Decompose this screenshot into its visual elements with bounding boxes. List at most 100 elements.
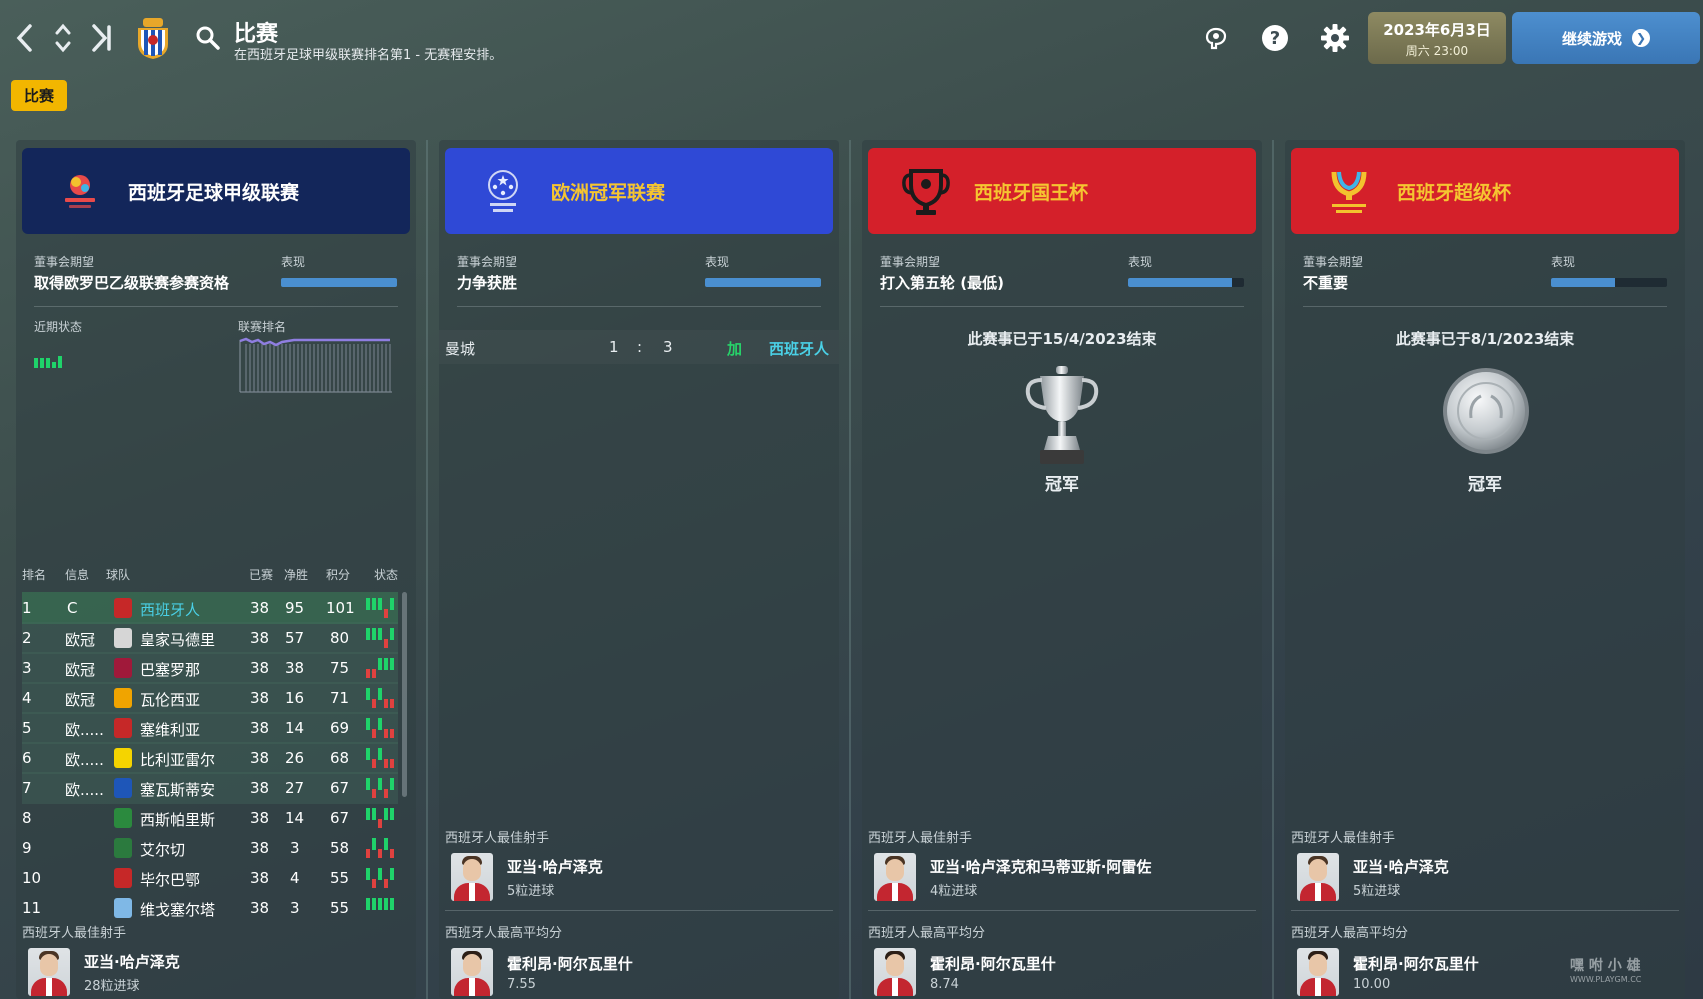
team-crest-icon xyxy=(114,838,132,858)
row-played: 38 xyxy=(250,869,270,887)
performance-bar xyxy=(1551,278,1667,287)
row-points: 55 xyxy=(330,869,350,887)
league-position-chart xyxy=(239,337,392,393)
winner-label: 冠军 xyxy=(1468,475,1502,495)
table-row[interactable]: 11 维戈塞尔塔 38 3 55 xyxy=(22,892,398,924)
league-top-scorer[interactable]: 亚当·哈卢泽克 28粒进球 xyxy=(28,948,180,996)
row-info: 欧..... xyxy=(65,781,104,799)
row-form xyxy=(366,898,400,918)
row-points: 80 xyxy=(330,629,350,647)
settings-gear-icon[interactable] xyxy=(1319,22,1351,54)
weekday-time-text: 周六 23:00 xyxy=(1405,44,1469,58)
performance-label: 表现 xyxy=(1551,255,1576,269)
league-panel: 西班牙足球甲级联赛 董事会期望 取得欧罗巴乙级联赛参赛资格 表现 近期状态 联赛… xyxy=(16,140,416,999)
skip-forward-icon[interactable] xyxy=(86,20,116,56)
row-gd: 26 xyxy=(285,749,305,767)
table-row[interactable]: 9 艾尔切 38 3 58 xyxy=(22,832,398,864)
extra-time-badge: 加 xyxy=(727,340,743,358)
table-row[interactable]: 2 欧冠 皇家马德里 38 57 80 xyxy=(22,622,398,654)
row-info: C xyxy=(67,599,78,617)
row-form xyxy=(366,628,400,648)
copa-del-rey-logo-icon xyxy=(898,163,954,219)
team-crest-icon xyxy=(114,868,132,888)
club-crest-icon[interactable] xyxy=(134,16,172,60)
back-icon[interactable] xyxy=(10,20,40,56)
board-expectation-value: 打入第五轮 (最低) xyxy=(880,274,1004,292)
brain-icon[interactable] xyxy=(1200,22,1232,54)
ucl-header[interactable]: 欧洲冠军联赛 xyxy=(445,148,833,234)
row-position: 2 xyxy=(22,629,32,647)
col-rank-header[interactable]: 排名 xyxy=(22,566,46,583)
divider xyxy=(445,910,833,911)
continue-game-button[interactable]: 继续游戏 ❯ xyxy=(1512,12,1700,64)
player-rating: 8.74 xyxy=(930,976,959,992)
table-scrollbar[interactable] xyxy=(402,592,407,797)
row-team[interactable]: 塞瓦斯蒂安 xyxy=(140,779,215,800)
table-row[interactable]: 4 欧冠 瓦伦西亚 38 16 71 xyxy=(22,682,398,714)
col-form-header[interactable]: 状态 xyxy=(374,566,398,583)
row-played: 38 xyxy=(250,779,270,797)
away-team[interactable]: 西班牙人 xyxy=(769,338,829,359)
search-icon[interactable] xyxy=(194,24,222,52)
silver-medal-icon[interactable] xyxy=(1441,366,1531,460)
player-avatar xyxy=(1297,853,1339,901)
row-team[interactable]: 皇家马德里 xyxy=(140,629,215,650)
row-points: 58 xyxy=(330,839,350,857)
supercopa-top-scorer[interactable]: 亚当·哈卢泽克 5粒进球 xyxy=(1297,853,1449,901)
table-row[interactable]: 7 欧..... 塞瓦斯蒂安 38 27 67 xyxy=(22,772,398,804)
help-icon[interactable]: ? xyxy=(1259,22,1291,54)
board-expectation-label: 董事会期望 xyxy=(1303,255,1364,269)
table-row[interactable]: 5 欧..... 塞维利亚 38 14 69 xyxy=(22,712,398,744)
player-avatar xyxy=(28,948,70,996)
divider xyxy=(34,306,398,307)
row-team[interactable]: 毕尔巴鄂 xyxy=(140,869,200,890)
best-rating-label: 西班牙人最高平均分 xyxy=(868,926,986,941)
col-played-header[interactable]: 已赛 xyxy=(249,566,273,583)
row-team[interactable]: 瓦伦西亚 xyxy=(140,689,200,710)
col-gd-header[interactable]: 净胜 xyxy=(284,566,308,583)
board-expectation-value: 力争获胜 xyxy=(457,274,518,292)
row-team[interactable]: 西斯帕里斯 xyxy=(140,809,215,830)
game-date[interactable]: 2023年6月3日 周六 23:00 xyxy=(1368,12,1506,64)
row-info: 欧冠 xyxy=(65,631,96,649)
team-crest-icon xyxy=(114,778,132,798)
row-position: 8 xyxy=(22,809,32,827)
team-crest-icon xyxy=(114,718,132,738)
player-name: 霍利昂·阿尔瓦里什 xyxy=(1353,954,1479,973)
silver-trophy-icon[interactable] xyxy=(1020,364,1104,472)
supercopa-best-rating[interactable]: 霍利昂·阿尔瓦里什 10.00 xyxy=(1297,948,1479,996)
row-team[interactable]: 西班牙人 xyxy=(140,599,200,620)
row-team[interactable]: 巴塞罗那 xyxy=(140,659,200,680)
ucl-panel: 欧洲冠军联赛 董事会期望 力争获胜 表现 曼城 1 : 3 加 西班牙人 西班牙… xyxy=(439,140,839,999)
copa-header[interactable]: 西班牙国王杯 xyxy=(868,148,1256,234)
copa-top-scorer[interactable]: 亚当·哈卢泽克和马蒂亚斯·阿雷佐 4粒进球 xyxy=(874,853,1151,901)
copa-best-rating[interactable]: 霍利昂·阿尔瓦里什 8.74 xyxy=(874,948,1056,996)
team-crest-icon xyxy=(114,898,132,918)
row-form xyxy=(366,688,400,708)
table-row[interactable]: 3 欧冠 巴塞罗那 38 38 75 xyxy=(22,652,398,684)
row-points: 67 xyxy=(330,779,350,797)
champions-league-logo-icon xyxy=(475,163,531,219)
supercopa-header[interactable]: 西班牙超级杯 xyxy=(1291,148,1679,234)
table-row[interactable]: 6 欧..... 比利亚雷尔 38 26 68 xyxy=(22,742,398,774)
date-text: 2023年6月3日 xyxy=(1383,21,1491,39)
table-row[interactable]: 1 C 西班牙人 38 95 101 xyxy=(22,592,398,624)
row-gd: 27 xyxy=(285,779,305,797)
row-team[interactable]: 艾尔切 xyxy=(140,839,185,860)
row-team[interactable]: 维戈塞尔塔 xyxy=(140,899,215,920)
ucl-match-row[interactable]: 曼城 1 : 3 加 西班牙人 xyxy=(439,330,839,364)
table-row[interactable]: 10 毕尔巴鄂 38 4 55 xyxy=(22,862,398,894)
player-goals: 4粒进球 xyxy=(930,883,978,899)
row-team[interactable]: 塞维利亚 xyxy=(140,719,200,740)
arrow-right-icon: ❯ xyxy=(1632,29,1650,47)
ucl-best-rating[interactable]: 霍利昂·阿尔瓦里什 7.55 xyxy=(451,948,633,996)
tab-matches[interactable]: 比赛 xyxy=(11,80,68,111)
league-header[interactable]: 西班牙足球甲级联赛 xyxy=(22,148,410,234)
ucl-top-scorer[interactable]: 亚当·哈卢泽克 5粒进球 xyxy=(451,853,603,901)
row-team[interactable]: 比利亚雷尔 xyxy=(140,749,215,770)
col-team-header[interactable]: 球队 xyxy=(106,566,130,583)
col-pts-header[interactable]: 积分 xyxy=(326,566,350,583)
up-down-icon[interactable] xyxy=(48,20,78,56)
table-row[interactable]: 8 西斯帕里斯 38 14 67 xyxy=(22,802,398,834)
col-info-header[interactable]: 信息 xyxy=(65,566,89,583)
